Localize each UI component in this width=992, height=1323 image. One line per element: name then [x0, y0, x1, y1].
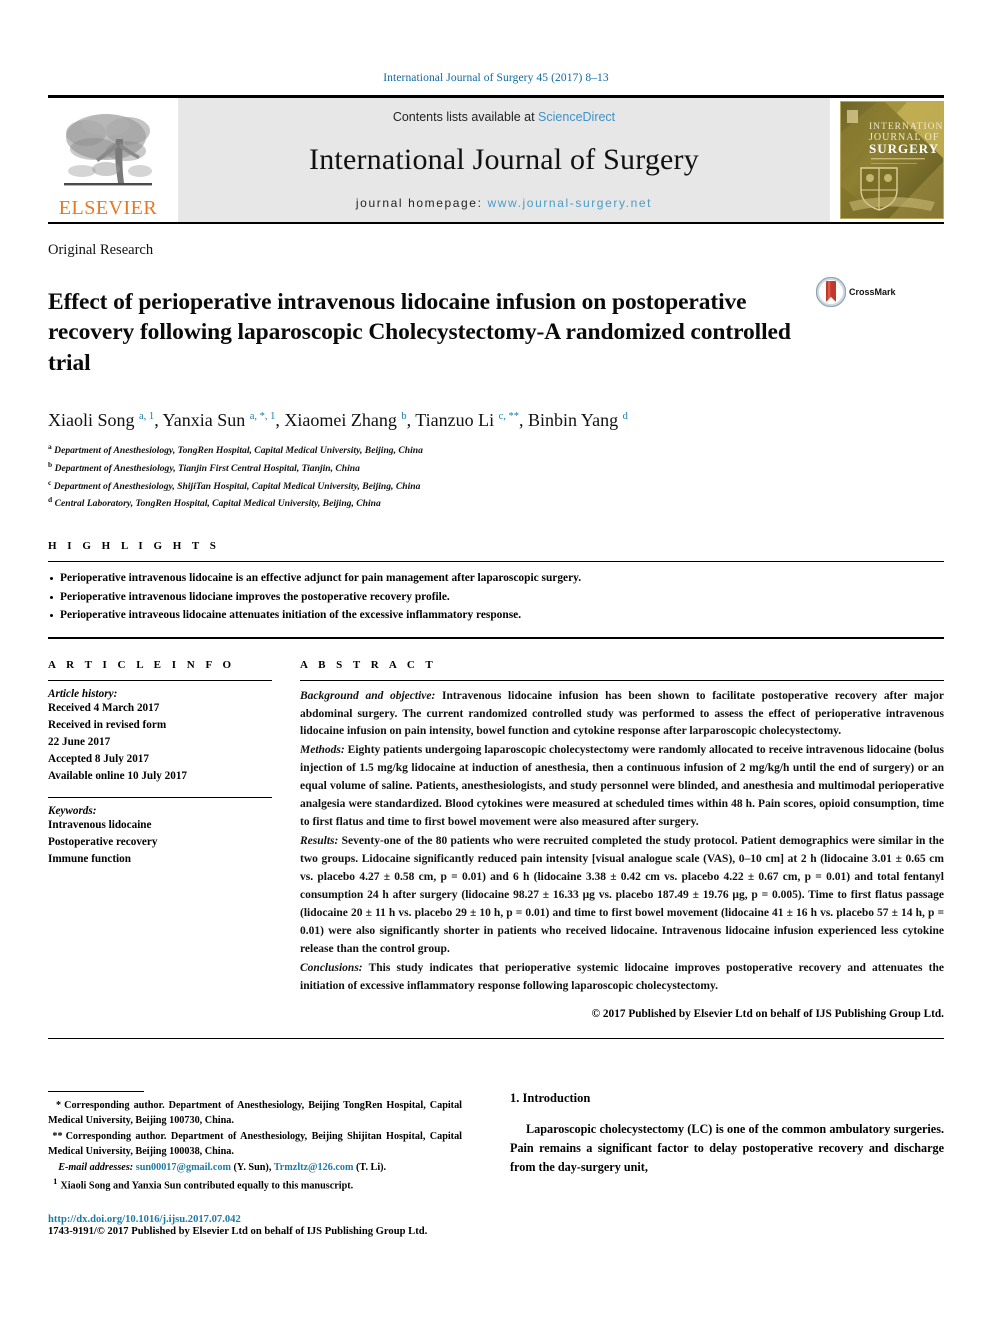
- abstract-bottom-rule: [48, 1037, 944, 1039]
- keyword-item: Postoperative recovery: [48, 835, 158, 848]
- introduction-heading: 1. Introduction: [510, 1090, 591, 1105]
- introduction-paragraph: Laparoscopic cholecystectomy (LC) is one…: [510, 1121, 944, 1175]
- email-link-li[interactable]: Trmzltz@126.com: [274, 1162, 354, 1173]
- highlight-item: Perioperative intravenous lidociane impr…: [48, 588, 944, 606]
- article-title: Effect of perioperative intravenous lido…: [48, 288, 791, 376]
- abstract-section: Conclusions: This study indicates that p…: [300, 960, 944, 996]
- affiliation-item: a Department of Anesthesiology, TongRen …: [48, 441, 944, 459]
- keywords-label: Keywords:: [48, 804, 97, 817]
- crossmark-badge[interactable]: CrossMark: [816, 277, 896, 307]
- affiliation-text: Central Laboratory, TongRen Hospital, Ca…: [52, 498, 381, 510]
- highlights-heading: H I G H L I G H T S: [48, 540, 220, 553]
- footnote-mark-asterisk: *: [56, 1099, 62, 1111]
- article-history-item: Available online 10 July 2017: [48, 769, 188, 782]
- elsevier-tree-icon: [60, 109, 156, 197]
- footnotes-column: * Corresponding author. Department of Ane…: [48, 1090, 492, 1237]
- footnote-equal-contribution: 1 Xiaoli Song and Yanxia Sun contributed …: [48, 1175, 462, 1194]
- article-history-list: Received 4 March 2017 Received in revised…: [48, 700, 272, 785]
- abstract-section-label: Background and objective:: [300, 689, 436, 702]
- footnote-corresponding-1: * Corresponding author. Department of Ane…: [48, 1098, 462, 1129]
- affiliation-text: Department of Anesthesiology, TongRen Ho…: [51, 445, 423, 457]
- article-history-label: Article history:: [48, 687, 118, 700]
- contents-prefix: Contents lists available at: [392, 110, 539, 124]
- abstract-heading: A B S T R A C T: [300, 658, 437, 671]
- running-head: International Journal of Surgery 45 (201…: [383, 72, 609, 84]
- author-list: Xiaoli Song a, 1, Yanxia Sun a, *, 1, Xi…: [48, 410, 628, 431]
- article-history-item: 22 June 2017: [48, 735, 111, 748]
- article-info-column: A R T I C L E I N F O Article history: R…: [48, 659, 300, 1020]
- article-history-item: Accepted 8 July 2017: [48, 752, 149, 765]
- title-row: Effect of perioperative intravenous lido…: [48, 271, 944, 394]
- email-link-sun[interactable]: sun00017@gmail.com: [136, 1162, 231, 1173]
- page-footer: * Corresponding author. Department of Ane…: [48, 1090, 944, 1237]
- footnote-mark-one: 1: [53, 1176, 58, 1187]
- article-info-divider: [48, 796, 272, 798]
- elsevier-logo[interactable]: ELSEVIER: [48, 98, 168, 222]
- abstract-section: Results: Seventy-one of the 80 patients …: [300, 833, 944, 959]
- crossmark-icon: [816, 277, 846, 307]
- abstract-section-label: Methods:: [300, 744, 345, 757]
- abstract-rule: [300, 679, 944, 681]
- footnote-equal-contribution-text: Xiaoli Song and Yanxia Sun contributed e…: [60, 1180, 354, 1192]
- footnote-corresponding-2: ** Corresponding author. Department of An…: [48, 1129, 462, 1160]
- journal-cover-art-icon: INTERNATIONAL JOURNAL OF SURGERY: [841, 102, 943, 218]
- info-abstract-row: A R T I C L E I N F O Article history: R…: [48, 659, 944, 1020]
- abstract-section: Methods: Eighty patients undergoing lapa…: [300, 742, 944, 832]
- article-history-item: Received 4 March 2017: [48, 701, 160, 714]
- email-owner-li: (T. Li).: [356, 1161, 387, 1173]
- svg-text:SURGERY: SURGERY: [869, 141, 939, 156]
- affiliation-text: Department of Anesthesiology, Tianjin Fi…: [52, 463, 360, 475]
- highlight-item: Perioperative intraveous lidocaine atten…: [48, 606, 944, 624]
- article-info-rule: [48, 679, 272, 681]
- introduction-column: 1. Introduction Laparoscopic cholecystec…: [492, 1091, 944, 1237]
- abstract-section-text: Eighty patients undergoing laparoscopic …: [300, 744, 944, 829]
- journal-masthead: ELSEVIER Contents lists available at Sci…: [48, 98, 944, 222]
- keyword-item: Immune function: [48, 852, 131, 865]
- affiliation-item: c Department of Anesthesiology, ShijiTan…: [48, 477, 944, 495]
- journal-title: International Journal of Surgery: [309, 143, 699, 176]
- article-info-heading: A R T I C L E I N F O: [48, 658, 236, 671]
- affiliation-list: a Department of Anesthesiology, TongRen …: [48, 441, 944, 512]
- svg-text:INTERNATIONAL: INTERNATIONAL: [869, 122, 943, 132]
- article-type-label: Original Research: [48, 242, 154, 258]
- footnote-separator-rule: [48, 1090, 144, 1092]
- abstract-section-text: Seventy-one of the 80 patients who were …: [300, 835, 944, 955]
- journal-article-page: International Journal of Surgery 45 (201…: [0, 0, 992, 1323]
- footnote-emails: E-mail addresses: sun00017@gmail.com (Y.…: [58, 1161, 387, 1173]
- journal-homepage-link[interactable]: www.journal-surgery.net: [487, 196, 652, 210]
- abstract-body: Background and objective: Intravenous li…: [300, 688, 944, 996]
- footnote-corresponding-1-text: Corresponding author. Department of Anes…: [48, 1099, 463, 1127]
- crossmark-label: CrossMark: [849, 287, 896, 297]
- sciencedirect-link[interactable]: ScienceDirect: [538, 110, 615, 124]
- affiliation-text: Department of Anesthesiology, ShijiTan H…: [51, 480, 421, 492]
- affiliation-item: b Department of Anesthesiology, Tianjin …: [48, 459, 944, 477]
- footnote-mark-double-asterisk: **: [52, 1130, 63, 1142]
- abstract-section-label: Conclusions:: [300, 961, 363, 974]
- journal-cover-thumbnail[interactable]: INTERNATIONAL JOURNAL OF SURGERY: [840, 101, 944, 219]
- keywords-list: Intravenous lidocaine Postoperative recov…: [48, 817, 272, 868]
- highlights-list: Perioperative intravenous lidocaine is a…: [48, 562, 944, 631]
- email-addresses-label: E-mail addresses:: [58, 1161, 134, 1173]
- highlights-bottom-rule: [48, 636, 944, 639]
- masthead-center-panel: Contents lists available at ScienceDirec…: [178, 98, 830, 222]
- keyword-item: Intravenous lidocaine: [48, 818, 152, 831]
- highlight-item: Perioperative intravenous lidocaine is a…: [48, 569, 944, 587]
- abstract-section: Background and objective: Intravenous li…: [300, 688, 944, 742]
- abstract-section-text: This study indicates that perioperative …: [300, 961, 944, 992]
- abstract-column: A B S T R A C T Background and objective…: [300, 659, 944, 1020]
- elsevier-wordmark: ELSEVIER: [58, 197, 158, 219]
- doi-link[interactable]: http://dx.doi.org/10.1016/j.ijsu.2017.07…: [48, 1214, 462, 1225]
- footnote-corresponding-2-text: Corresponding author. Department of Anes…: [48, 1130, 463, 1158]
- email-owner-sun: (Y. Sun): [233, 1161, 269, 1173]
- issn-copyright-line: 1743-9191/© 2017 Published by Elsevier L…: [48, 1225, 428, 1237]
- contents-available-line: Contents lists available at ScienceDirec…: [393, 110, 615, 124]
- masthead-bottom-rule: [48, 222, 944, 224]
- abstract-copyright: © 2017 Published by Elsevier Ltd on beha…: [591, 1007, 944, 1020]
- abstract-section-label: Results:: [300, 835, 339, 848]
- journal-homepage-line: journal homepage: www.journal-surgery.ne…: [356, 196, 652, 210]
- article-history-item: Received in revised form: [48, 718, 167, 731]
- affiliation-item: d Central Laboratory, TongRen Hospital, …: [48, 494, 944, 512]
- homepage-prefix: journal homepage:: [355, 196, 488, 210]
